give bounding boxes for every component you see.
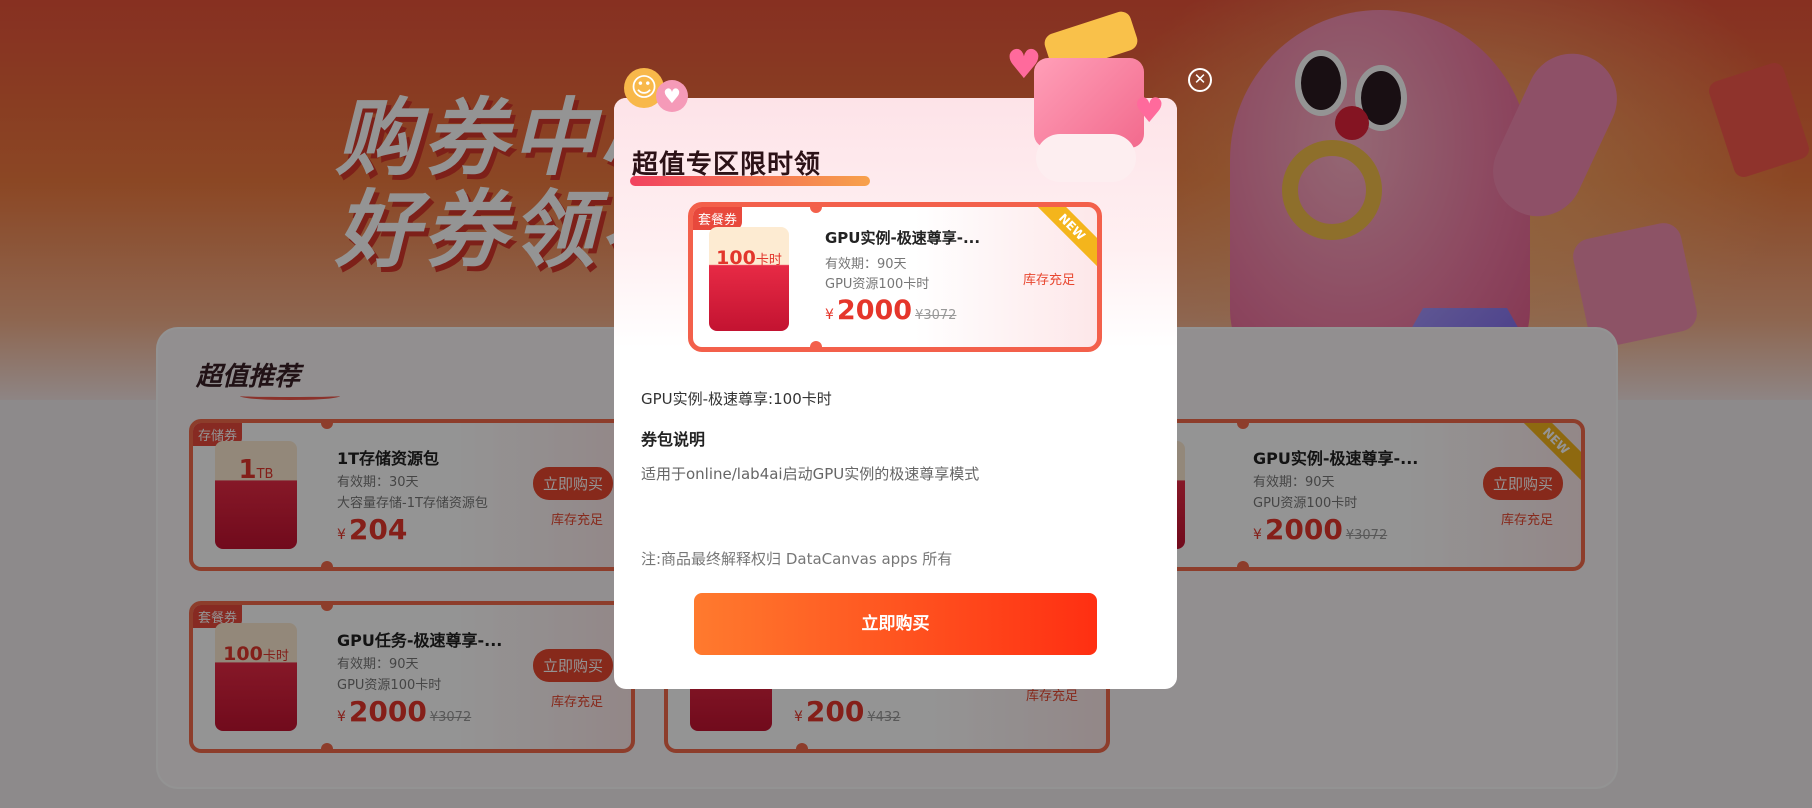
heart-emoji-icon: ♥ [656, 80, 688, 112]
stock-status: 库存充足 [1022, 273, 1075, 288]
red-envelope-icon: 100卡时 [709, 227, 789, 331]
envelope-value: 100卡时 [709, 247, 789, 269]
envelope-number: 100 [716, 247, 756, 269]
coupon-modal: ☺ ♥ ♥ ♥ ✕ 超值专区限时领 套餐券 100卡时 GPU实例-极速尊享-.… [614, 9, 1212, 689]
coupon-price: ¥2000 ¥3072 [825, 295, 956, 326]
coupon-desc: GPU资源100卡时 [825, 277, 930, 292]
heart-icon: ♥ [1006, 42, 1042, 88]
disclaimer-note: 注:商品最终解释权归 DataCanvas apps 所有 [641, 550, 953, 568]
currency-symbol: ¥ [825, 307, 834, 323]
section-title: 券包说明 [641, 430, 706, 449]
coupon-description: 适用于online/lab4ai启动GPU实例的极速尊享模式 [641, 465, 980, 483]
hand-illustration [1036, 134, 1136, 182]
original-price: ¥3072 [915, 308, 957, 323]
gift-box-illustration: ♥ ♥ [1006, 9, 1166, 184]
product-name: GPU实例-极速尊享:100卡时 [641, 390, 832, 408]
coupon-notch [810, 341, 822, 347]
envelope-unit: 卡时 [755, 253, 782, 268]
heart-icon: ♥ [1134, 91, 1165, 131]
coupon-validity: 有效期：90天 [825, 257, 907, 272]
price-value: 2000 [836, 295, 913, 326]
close-icon[interactable]: ✕ [1188, 68, 1212, 92]
modal-coupon-card: 套餐券 100卡时 GPU实例-极速尊享-... 有效期：90天 GPU资源10… [688, 202, 1102, 352]
buy-now-button[interactable]: 立即购买 [694, 593, 1097, 655]
coupon-name: GPU实例-极速尊享-... [825, 229, 981, 247]
new-badge: NEW [1026, 207, 1097, 273]
coupon-notch [810, 207, 822, 213]
modal-title: 超值专区限时领 [632, 150, 822, 180]
